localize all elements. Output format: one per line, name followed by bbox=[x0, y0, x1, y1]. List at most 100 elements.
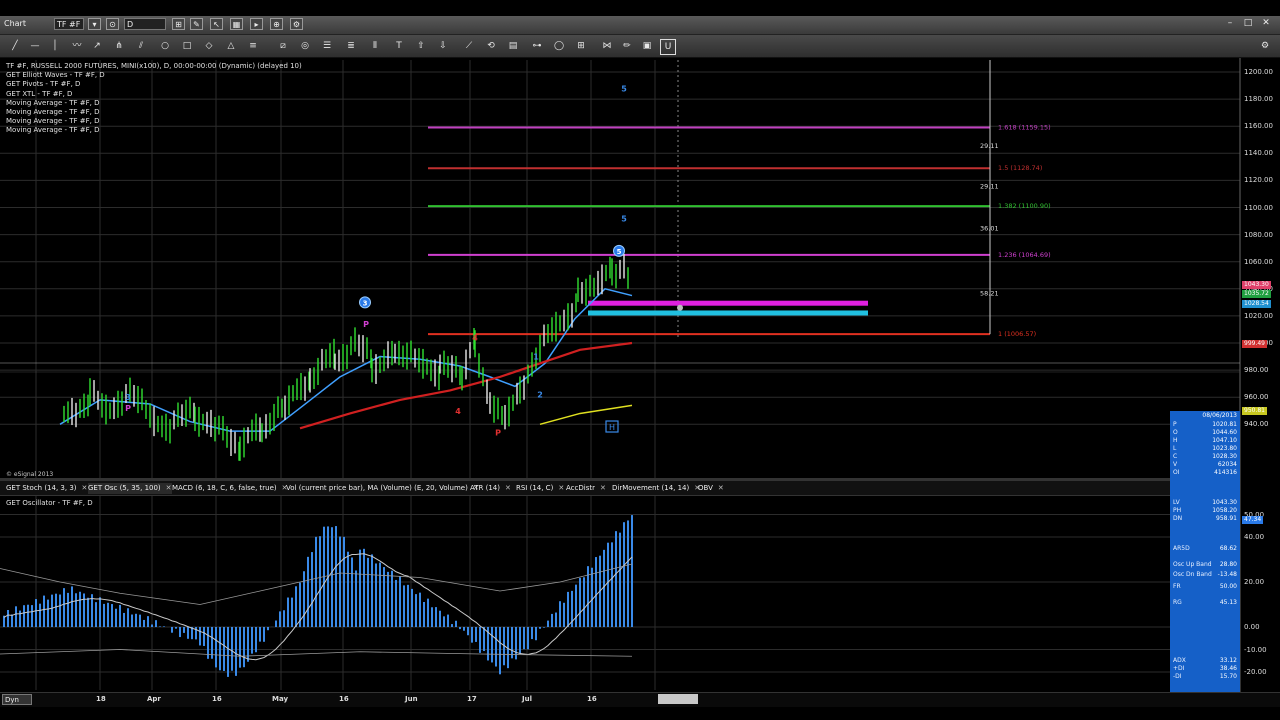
price-chart[interactable]: 1.618 (1159.15) 1.5 (1128.74) 1.382 (1100.… bbox=[0, 58, 1280, 700]
symbol-input[interactable]: TF #F bbox=[54, 18, 84, 30]
fib-distance-label: 29.11 bbox=[980, 183, 999, 191]
price-axis-label: 1120.00 bbox=[1244, 176, 1273, 185]
lock-tool-icon[interactable]: U bbox=[660, 39, 676, 55]
cursor-icon[interactable]: ↖ bbox=[210, 18, 223, 30]
data-window-key: LV bbox=[1173, 499, 1180, 506]
data-window-row: P 1020.81 bbox=[1173, 421, 1237, 429]
minimize-icon[interactable]: – bbox=[1222, 17, 1238, 30]
wave-label: P bbox=[125, 404, 131, 413]
close-icon[interactable]: ✕ bbox=[600, 484, 606, 492]
oscillator-axis-label: 40.00 bbox=[1244, 533, 1265, 541]
wave-label: 5 bbox=[621, 214, 627, 223]
crosshair-icon[interactable]: ⊞ bbox=[172, 18, 185, 30]
channel-tool-icon[interactable]: ⫽ bbox=[134, 39, 148, 53]
wave-tool-icon[interactable]: 〰 bbox=[70, 39, 84, 53]
symbol-dropdown-icon[interactable]: ▾ bbox=[88, 18, 101, 30]
data-window-value: 45.13 bbox=[1219, 599, 1237, 606]
gann-tool-icon[interactable]: ⧄ bbox=[276, 39, 290, 53]
ray-tool-icon[interactable]: ↗ bbox=[90, 39, 104, 53]
close-icon[interactable]: ✕ bbox=[718, 484, 724, 492]
data-window-key: Osc Up Band bbox=[1173, 561, 1212, 568]
tab-label: MACD (6, 18, C, 6, false, true) bbox=[172, 484, 277, 492]
table-tool-icon[interactable]: ▤ bbox=[506, 39, 520, 53]
hline-tool-icon[interactable]: — bbox=[28, 39, 42, 53]
tab-obv[interactable]: OBV ✕ bbox=[698, 483, 724, 494]
fib-label: 1.382 (1100.90) bbox=[998, 202, 1051, 210]
zoom-icon[interactable]: ⊕ bbox=[270, 18, 283, 30]
target-tool-icon[interactable]: ◎ bbox=[298, 39, 312, 53]
legend-study: Moving Average - TF #F, D bbox=[6, 117, 100, 126]
text-tool-icon[interactable]: T bbox=[392, 39, 406, 53]
tab-label: GET Stoch (14, 3, 3) bbox=[6, 484, 77, 492]
wave-label-tool-icon[interactable]: ⋈ bbox=[600, 39, 614, 53]
vline-tool-icon[interactable]: │ bbox=[48, 39, 62, 53]
data-window-value: 50.00 bbox=[1219, 583, 1237, 590]
tab-label: Vol (current price bar), MA (Volume) (E,… bbox=[286, 484, 468, 492]
ellipse-tool-icon[interactable]: ○ bbox=[158, 39, 172, 53]
tab-dirmovement[interactable]: DirMovement (14, 14) ✕ bbox=[612, 483, 700, 494]
maximize-icon[interactable]: □ bbox=[1240, 17, 1256, 30]
date-axis-label: Jun bbox=[405, 695, 418, 703]
tab-get-stoch[interactable]: GET Stoch (14, 3, 3) ✕ bbox=[6, 483, 87, 494]
draw-icon[interactable]: ✎ bbox=[190, 18, 203, 30]
settings-icon[interactable]: ⚙ bbox=[290, 18, 303, 30]
interval-input[interactable]: D bbox=[124, 18, 166, 30]
tab-atr[interactable]: ATR (14) ✕ bbox=[470, 483, 511, 494]
rectangle-tool-icon[interactable]: □ bbox=[180, 39, 194, 53]
regression-tool-icon[interactable]: ⟋ bbox=[462, 39, 476, 53]
data-window-value: 958.91 bbox=[1216, 515, 1237, 522]
legend-study: Moving Average - TF #F, D bbox=[6, 108, 100, 117]
price-axis-label: 1060.00 bbox=[1244, 257, 1273, 266]
link-icon[interactable]: ⊙ bbox=[106, 18, 119, 30]
panel-settings-icon[interactable]: ⚙ bbox=[1258, 39, 1272, 53]
data-window-row: RG 45.13 bbox=[1173, 599, 1237, 607]
tab-rsi[interactable]: RSI (14, C) ✕ bbox=[516, 483, 564, 494]
arrow-up-tool-icon[interactable]: ⇧ bbox=[414, 39, 428, 53]
date-axis-label: 16 bbox=[339, 695, 349, 703]
grid-tool-icon[interactable]: ⊞ bbox=[574, 39, 588, 53]
arc-tool-icon[interactable]: ⟲ bbox=[484, 39, 498, 53]
play-icon[interactable]: ▸ bbox=[250, 18, 263, 30]
close-icon[interactable]: ✕ bbox=[558, 484, 564, 492]
cycle-tool-icon[interactable]: ⊶ bbox=[530, 39, 544, 53]
fib-ext-tool-icon[interactable]: ☰ bbox=[320, 39, 334, 53]
tab-macd[interactable]: MACD (6, 18, C, 6, false, true) ✕ bbox=[172, 483, 288, 494]
pencil-tool-icon[interactable]: ✏ bbox=[620, 39, 634, 53]
fib-tool-icon[interactable]: ≡ bbox=[246, 39, 260, 53]
data-window-value: 1028.30 bbox=[1212, 453, 1237, 460]
close-icon[interactable]: ✕ bbox=[166, 484, 172, 492]
close-icon[interactable]: ✕ bbox=[82, 484, 88, 492]
grid-icon[interactable]: ▦ bbox=[230, 18, 243, 30]
tab-label: DirMovement (14, 14) bbox=[612, 484, 690, 492]
fib-time-tool-icon[interactable]: ⦀ bbox=[368, 39, 382, 53]
tab-label: OBV bbox=[698, 484, 713, 492]
close-icon[interactable]: ✕ bbox=[1258, 17, 1274, 30]
pitchfork-tool-icon[interactable]: ⋔ bbox=[112, 39, 126, 53]
data-window-key: DN bbox=[1173, 515, 1183, 522]
data-window-row: PH 1058.20 bbox=[1173, 507, 1237, 515]
legend-study: GET Pivots - TF #F, D bbox=[6, 80, 81, 89]
dyn-button[interactable]: Dyn bbox=[2, 694, 32, 705]
wave-label: 5 bbox=[617, 248, 622, 256]
legend-symbol: TF #F, RUSSELL 2000 FUTURES, MINI(x100),… bbox=[6, 62, 302, 70]
date-axis-label: 17 bbox=[467, 695, 477, 703]
oscillator-signal-line bbox=[3, 553, 633, 661]
arrow-down-tool-icon[interactable]: ⇩ bbox=[436, 39, 450, 53]
tab-accdistr[interactable]: AccDistr ✕ bbox=[566, 483, 606, 494]
circle-tool-icon[interactable]: ◯ bbox=[552, 39, 566, 53]
triangle-tool-icon[interactable]: △ bbox=[224, 39, 238, 53]
wave-label: 4 bbox=[472, 334, 478, 343]
target-zone-lower bbox=[588, 310, 868, 316]
price-axis-label: 1020.00 bbox=[1244, 311, 1273, 320]
line-tool-icon[interactable]: ╱ bbox=[8, 39, 22, 53]
legend-study: GET Elliott Waves - TF #F, D bbox=[6, 71, 105, 80]
data-window-key: Osc Dn Band bbox=[1173, 571, 1212, 578]
close-icon[interactable]: ✕ bbox=[505, 484, 511, 492]
eraser-tool-icon[interactable]: ◇ bbox=[202, 39, 216, 53]
fib-retrace-tool-icon[interactable]: ≣ bbox=[344, 39, 358, 53]
tab-get-osc[interactable]: GET Osc (5, 35, 100) ✕ bbox=[88, 483, 172, 494]
data-window-row: ADX 33.12 bbox=[1173, 657, 1237, 665]
date-axis-label: 16 bbox=[587, 695, 597, 703]
properties-tool-icon[interactable]: ▣ bbox=[640, 39, 654, 53]
tab-vol[interactable]: Vol (current price bar), MA (Volume) (E,… bbox=[286, 483, 479, 494]
